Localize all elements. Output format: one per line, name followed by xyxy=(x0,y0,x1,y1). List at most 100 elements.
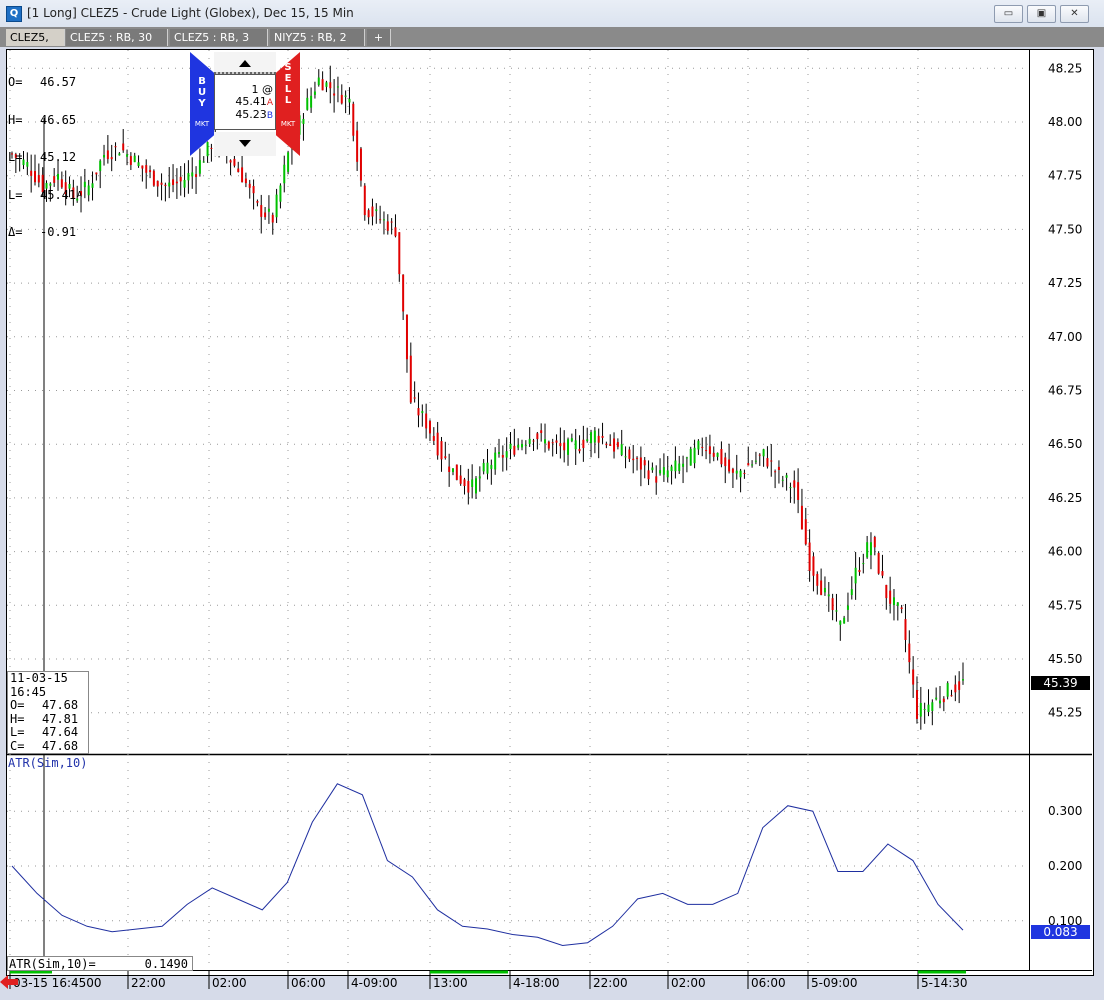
price-bar xyxy=(597,435,600,443)
high-value: 46.65 xyxy=(40,112,77,127)
price-bar xyxy=(586,439,589,442)
price-bar xyxy=(812,556,815,576)
price-bar xyxy=(931,702,934,711)
price-bar xyxy=(517,444,520,448)
price-bar xyxy=(544,439,547,444)
price-bar xyxy=(172,179,175,186)
price-bar xyxy=(693,447,696,464)
price-bar xyxy=(455,464,458,480)
price-bar xyxy=(336,86,339,88)
cursor-close-label: C= xyxy=(10,738,25,753)
price-bar xyxy=(524,444,527,446)
price-bar xyxy=(659,470,662,474)
buy-market-button[interactable]: BUY MKT xyxy=(190,52,214,156)
price-bar xyxy=(237,168,240,172)
price-bar xyxy=(950,695,953,697)
time-axis-label: 13:00 xyxy=(433,976,468,990)
price-bar xyxy=(152,170,155,186)
price-bar xyxy=(256,200,259,203)
price-bar xyxy=(593,430,596,443)
price-bar xyxy=(570,438,573,442)
price-bar xyxy=(87,185,90,196)
price-bar xyxy=(616,442,619,447)
price-bar xyxy=(275,194,278,218)
price-bar xyxy=(348,98,351,103)
decrease-quantity-icon[interactable] xyxy=(239,140,251,147)
price-axis-label: 46.00 xyxy=(1048,545,1082,559)
price-bar xyxy=(340,94,343,104)
price-bar xyxy=(728,459,731,472)
price-bar xyxy=(938,700,941,704)
price-bar xyxy=(260,205,263,217)
price-bar xyxy=(344,95,347,97)
price-bar xyxy=(191,172,194,177)
buy-label: BUY xyxy=(197,76,207,109)
cursor-bar-readout: 11-03-15 16:45 O= 47.68 H= 47.81 L= 47.64 C… xyxy=(7,671,89,754)
bid-price: 45.23 xyxy=(235,108,267,121)
price-bar xyxy=(655,476,658,483)
price-bar xyxy=(831,598,834,611)
price-bar xyxy=(896,602,899,606)
price-bar xyxy=(405,314,408,360)
price-bar xyxy=(179,176,182,182)
price-bar xyxy=(379,219,382,221)
cursor-close: 47.68 xyxy=(42,738,79,753)
price-axis-label: 45.50 xyxy=(1048,652,1082,666)
sell-label: SELL xyxy=(284,62,292,106)
cursor-high: 47.81 xyxy=(42,711,79,726)
price-bar xyxy=(156,180,159,187)
increase-quantity-icon[interactable] xyxy=(239,60,251,67)
price-bar xyxy=(797,482,800,500)
price-bar xyxy=(877,553,880,574)
time-axis-label: 5-09:00 xyxy=(811,976,858,990)
atr-readout: ATR(Sim,10)= 0.1490 xyxy=(7,956,193,971)
price-bar xyxy=(942,698,945,703)
price-bar xyxy=(428,421,431,434)
price-bar xyxy=(91,183,94,188)
price-bar xyxy=(528,438,531,444)
time-axis-label: 02:00 xyxy=(212,976,247,990)
atr-indicator-title[interactable]: ATR(Sim,10) xyxy=(8,756,87,770)
price-bar xyxy=(390,221,393,223)
time-axis-label: 03-15 16:4500 xyxy=(13,976,102,990)
price-bar xyxy=(103,154,106,158)
price-bar xyxy=(467,480,470,493)
price-bar xyxy=(827,594,830,597)
price-bar xyxy=(682,463,685,467)
price-axis-label: 46.75 xyxy=(1048,384,1082,398)
price-bar xyxy=(375,209,378,212)
price-bar xyxy=(946,683,949,697)
price-bar xyxy=(313,91,316,95)
price-bar xyxy=(494,452,497,470)
cursor-high-label: H= xyxy=(10,711,25,726)
price-bar xyxy=(701,446,704,448)
price-bar xyxy=(919,703,922,717)
price-bar xyxy=(490,464,493,469)
open-value: 46.57 xyxy=(40,75,77,89)
price-bar xyxy=(823,587,826,593)
price-bar xyxy=(739,470,742,478)
price-axis-label: 48.00 xyxy=(1048,115,1082,129)
price-bar xyxy=(774,471,777,473)
price-bar xyxy=(540,430,543,433)
sell-market-button[interactable]: SELL MKT xyxy=(276,52,300,156)
price-bar xyxy=(371,206,374,217)
price-bar xyxy=(122,143,125,151)
time-axis-label: 22:00 xyxy=(593,976,628,990)
price-bar xyxy=(781,479,784,481)
price-bar xyxy=(900,607,903,610)
price-bar xyxy=(632,458,635,461)
price-bar xyxy=(708,446,711,455)
price-bar xyxy=(95,172,98,175)
order-quote-panel: 1 @ 45.41A 45.23B xyxy=(214,74,276,130)
price-bar xyxy=(444,456,447,459)
scroll-to-end-arrow-icon[interactable] xyxy=(0,975,18,989)
price-bar xyxy=(624,456,627,458)
price-bar xyxy=(386,221,389,231)
price-axis-label: 45.75 xyxy=(1048,598,1082,612)
price-bar xyxy=(352,103,355,136)
chart-canvas[interactable]: 48.25 48.00 47.75 47.50 47.25 47.00 46.75 46.50… xyxy=(0,0,1104,1000)
price-bar xyxy=(333,93,336,96)
price-bar xyxy=(498,451,501,455)
price-bar xyxy=(99,160,102,172)
